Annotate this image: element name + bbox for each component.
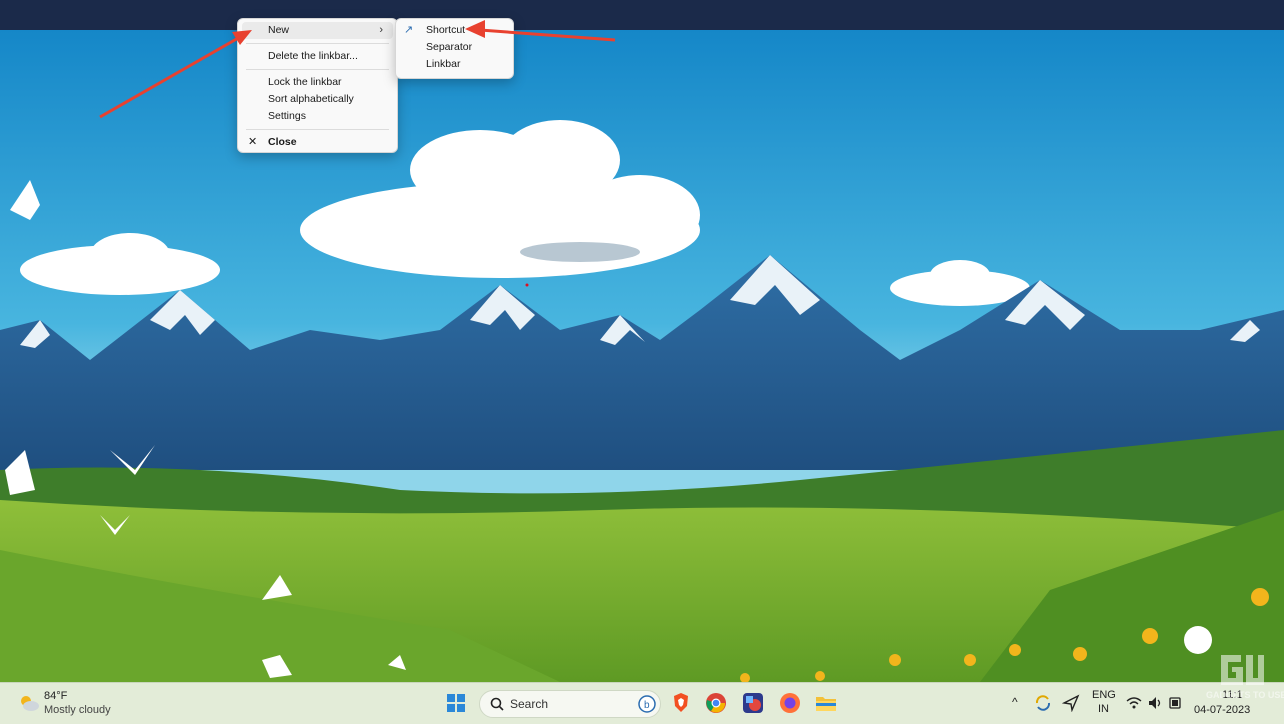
menu-divider — [246, 129, 389, 130]
wifi-icon[interactable] — [1126, 695, 1142, 711]
volume-icon[interactable] — [1147, 695, 1163, 711]
watermark: GADGETS TO USE — [1206, 650, 1284, 706]
menu-item-delete-linkbar-label: Delete the linkbar... — [268, 50, 358, 62]
watermark-text: GADGETS TO USE — [1206, 690, 1284, 700]
menu-item-lock-linkbar-label: Lock the linkbar — [268, 76, 342, 88]
language-code[interactable]: ENG — [1092, 689, 1116, 701]
brave-icon[interactable] — [670, 692, 692, 714]
menu-item-lock-linkbar[interactable]: Lock the linkbar — [238, 74, 397, 91]
menu-item-settings-label: Settings — [268, 110, 306, 122]
shortcut-arrow-icon: ↗ — [404, 24, 414, 36]
windows-start-icon[interactable] — [445, 692, 467, 714]
firefox-icon[interactable] — [779, 692, 801, 714]
weather-widget[interactable]: 84°F Mostly cloudy — [18, 689, 128, 719]
menu-item-new[interactable]: New › — [242, 22, 393, 39]
sync-icon[interactable] — [1034, 694, 1052, 712]
submenu-item-linkbar[interactable]: Linkbar — [396, 56, 513, 73]
chevron-up-icon[interactable]: ^ — [1012, 695, 1018, 709]
submenu-item-linkbar-label: Linkbar — [426, 58, 461, 70]
close-icon: ✕ — [248, 136, 258, 148]
search-placeholder: Search — [510, 697, 549, 711]
taskbar: 84°F Mostly cloudy Search b ^ ENG IN 11:… — [0, 682, 1284, 724]
desktop-wallpaper — [0, 30, 1284, 682]
submenu-item-shortcut[interactable]: ↗ Shortcut — [396, 22, 513, 39]
chevron-right-icon: › — [379, 24, 383, 36]
gadgets-to-use-logo — [1221, 655, 1264, 685]
weather-condition: Mostly cloudy — [44, 704, 111, 716]
file-explorer-icon[interactable] — [815, 692, 837, 714]
linkbar-context-menu: New › Delete the linkbar... Lock the lin… — [237, 18, 398, 153]
partly-cloudy-icon — [21, 696, 39, 711]
menu-item-new-label: New — [268, 24, 290, 36]
svg-text:b: b — [644, 700, 650, 711]
bing-icon[interactable]: b — [638, 695, 656, 713]
menu-item-close-label: Close — [268, 136, 297, 148]
menu-item-settings[interactable]: Settings — [238, 108, 397, 125]
submenu-item-separator[interactable]: Separator — [396, 39, 513, 56]
submenu-item-shortcut-label: Shortcut — [426, 24, 466, 36]
taskbar-search-box[interactable]: Search b — [479, 690, 661, 718]
menu-divider — [246, 69, 389, 70]
menu-item-sort-label: Sort alphabetically — [268, 93, 354, 105]
language-region[interactable]: IN — [1098, 703, 1109, 715]
chrome-icon[interactable] — [705, 692, 727, 714]
weather-temperature: 84°F — [44, 690, 68, 702]
menu-item-delete-linkbar[interactable]: Delete the linkbar... — [238, 48, 397, 65]
desktop: New › Delete the linkbar... Lock the lin… — [0, 0, 1284, 724]
search-icon — [490, 697, 504, 711]
new-submenu: ↗ Shortcut Separator Linkbar — [395, 18, 514, 79]
menu-item-close[interactable]: ✕ Close — [238, 134, 397, 151]
submenu-item-separator-label: Separator — [426, 41, 473, 53]
menu-item-sort-alphabetically[interactable]: Sort alphabetically — [238, 91, 397, 108]
linkbar[interactable] — [0, 0, 1284, 30]
location-icon[interactable] — [1062, 694, 1080, 712]
battery-icon[interactable] — [1168, 695, 1184, 711]
photo-editor-icon[interactable] — [742, 692, 764, 714]
menu-divider — [246, 43, 389, 44]
